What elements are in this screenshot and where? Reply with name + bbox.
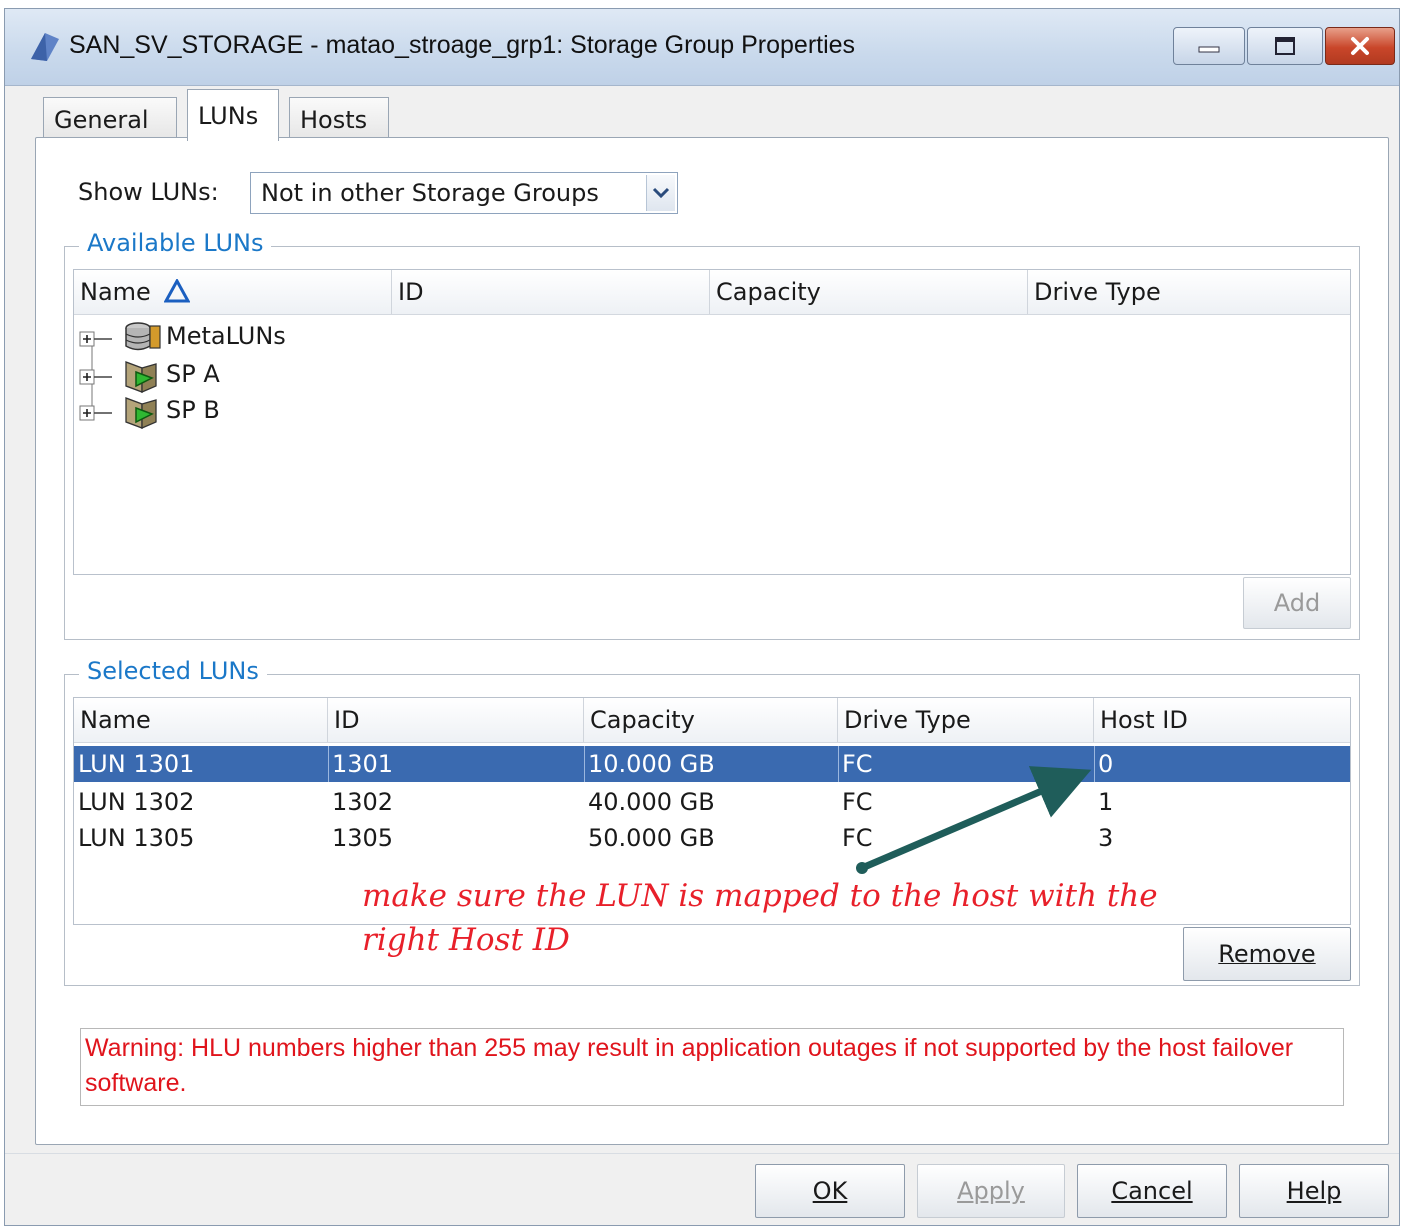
tree-item-sp-a[interactable]: SP A	[78, 358, 478, 394]
annotation-line-1: make sure the LUN is mapped to the host …	[362, 878, 1158, 914]
table-row[interactable]: LUN 1302 1302 40.000 GB FC 1	[74, 784, 1350, 820]
selected-luns-title: Selected LUNs	[79, 657, 267, 685]
available-luns-table[interactable]: Name ID Capacity Drive Type MetaLUNs SP …	[73, 269, 1351, 575]
remove-button-label: Remove	[1218, 940, 1316, 968]
show-luns-value: Not in other Storage Groups	[261, 179, 599, 207]
annotation-line-2: right Host ID	[362, 922, 570, 958]
maximize-button[interactable]	[1247, 27, 1323, 65]
cell-capacity: 40.000 GB	[588, 788, 715, 816]
table-row[interactable]: LUN 1305 1305 50.000 GB FC 3	[74, 820, 1350, 856]
tree-item-label: SP B	[166, 396, 220, 424]
app-icon	[31, 33, 59, 61]
sort-ascending-icon	[163, 277, 191, 303]
cell-id: 1301	[332, 750, 394, 778]
cell-name: LUN 1301	[78, 750, 195, 778]
storage-group-properties-window: SAN_SV_STORAGE - matao_stroage_grp1: Sto…	[4, 8, 1400, 1226]
hlu-warning-message: Warning: HLU numbers higher than 255 may…	[80, 1028, 1344, 1106]
available-luns-group: Available LUNs Name ID Capacity Drive Ty…	[64, 229, 1360, 640]
column-header-capacity[interactable]: Capacity	[584, 698, 838, 742]
column-header-name[interactable]: Name	[74, 270, 392, 314]
cell-id: 1302	[332, 788, 394, 816]
cell-id: 1305	[332, 824, 394, 852]
apply-button[interactable]: Apply	[917, 1164, 1065, 1218]
title-bar[interactable]: SAN_SV_STORAGE - matao_stroage_grp1: Sto…	[5, 9, 1399, 86]
dialog-footer: OK Apply Cancel Help	[5, 1153, 1399, 1228]
tree-item-label: MetaLUNs	[166, 322, 286, 350]
tab-hosts[interactable]: Hosts	[289, 97, 389, 139]
available-luns-header: Name ID Capacity Drive Type	[74, 270, 1350, 315]
selected-luns-header: Name ID Capacity Drive Type Host ID	[74, 698, 1350, 743]
column-header-host-id[interactable]: Host ID	[1094, 698, 1348, 742]
cell-name: LUN 1305	[78, 824, 195, 852]
column-header-id[interactable]: ID	[392, 270, 710, 314]
column-header-capacity[interactable]: Capacity	[710, 270, 1028, 314]
available-luns-title: Available LUNs	[79, 229, 272, 257]
cell-capacity: 50.000 GB	[588, 824, 715, 852]
tab-luns[interactable]: LUNs	[187, 89, 279, 141]
ok-button[interactable]: OK	[755, 1164, 905, 1218]
close-icon	[1351, 37, 1369, 55]
show-luns-select[interactable]: Not in other Storage Groups	[250, 172, 678, 214]
cell-capacity: 10.000 GB	[588, 750, 715, 778]
cell-name: LUN 1302	[78, 788, 195, 816]
add-button[interactable]: Add	[1243, 577, 1351, 629]
tree-item-sp-b[interactable]: SP B	[78, 394, 478, 430]
remove-button[interactable]: Remove	[1183, 927, 1351, 981]
tree-item-metaluns[interactable]: MetaLUNs	[78, 320, 478, 356]
expand-plus-icon[interactable]	[78, 330, 114, 348]
tab-general[interactable]: General	[43, 97, 177, 139]
minimize-button[interactable]	[1173, 27, 1245, 65]
cancel-button[interactable]: Cancel	[1077, 1164, 1227, 1218]
database-icon	[125, 322, 161, 351]
expand-plus-icon[interactable]	[78, 404, 114, 422]
expand-plus-icon[interactable]	[78, 368, 114, 386]
close-button[interactable]	[1325, 27, 1395, 65]
selected-luns-group: Selected LUNs Name ID Capacity Drive Typ…	[64, 657, 1360, 986]
show-luns-label: Show LUNs:	[78, 178, 219, 206]
dropdown-arrow[interactable]	[646, 175, 675, 211]
column-header-name[interactable]: Name	[74, 698, 328, 742]
column-header-id[interactable]: ID	[328, 698, 584, 742]
annotation-arrow	[856, 766, 1092, 874]
minimize-icon	[1198, 46, 1220, 53]
luns-tab-panel: Show LUNs: Not in other Storage Groups A…	[35, 137, 1389, 1145]
tree-item-label: SP A	[166, 360, 220, 388]
table-row[interactable]: LUN 1301 1301 10.000 GB FC 0	[74, 746, 1350, 782]
storage-processor-icon	[125, 397, 157, 429]
column-header-drive-type[interactable]: Drive Type	[838, 698, 1094, 742]
column-header-drive-type[interactable]: Drive Type	[1028, 270, 1346, 314]
storage-processor-icon	[125, 361, 157, 393]
maximize-icon	[1275, 37, 1295, 55]
window-title: SAN_SV_STORAGE - matao_stroage_grp1: Sto…	[69, 31, 856, 59]
help-button[interactable]: Help	[1239, 1164, 1389, 1218]
chevron-down-icon	[652, 187, 670, 199]
